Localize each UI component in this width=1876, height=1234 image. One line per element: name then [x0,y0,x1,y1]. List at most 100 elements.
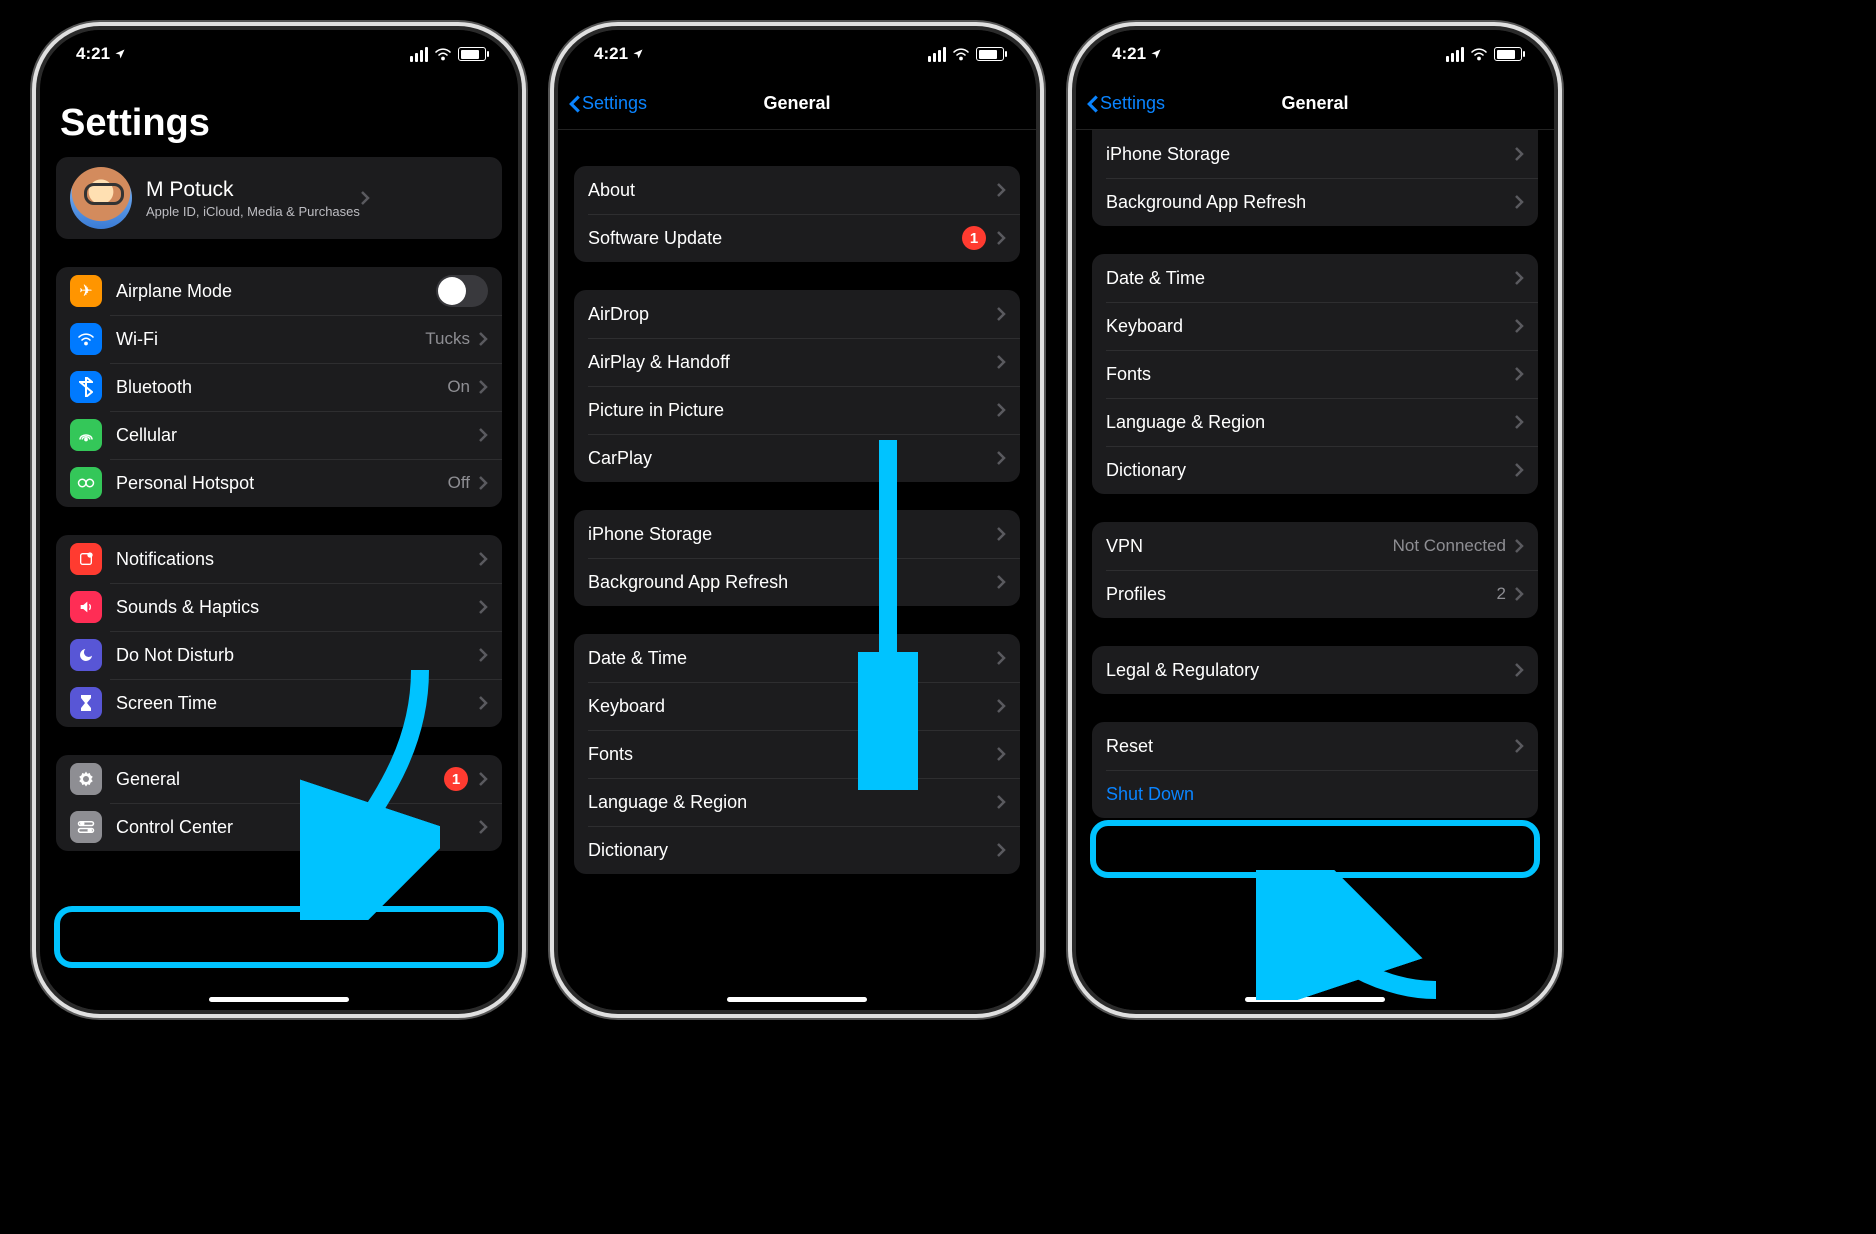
chevron-right-icon [478,819,488,835]
wifi-detail: Tucks [425,329,470,349]
battery-icon [976,47,1004,61]
battery-icon [1494,47,1522,61]
row-keyboard[interactable]: Keyboard [574,682,1020,730]
row-profiles[interactable]: Profiles2 [1092,570,1538,618]
notifications-icon [70,543,102,575]
chevron-right-icon [1514,462,1524,478]
gear-icon [70,763,102,795]
cell-signal-icon [410,47,428,62]
chevron-right-icon [1514,586,1524,602]
chevron-right-icon [1514,662,1524,678]
chevron-right-icon [478,331,488,347]
location-arrow-icon [1150,48,1162,60]
wifi-icon [434,47,452,61]
chevron-right-icon [1514,146,1524,162]
battery-icon [458,47,486,61]
chevron-right-icon [1514,738,1524,754]
row-airplane-mode[interactable]: ✈︎ Airplane Mode [56,267,502,315]
row-shut-down[interactable]: Shut Down [1092,770,1538,818]
notch [692,30,902,64]
profile-sub: Apple ID, iCloud, Media & Purchases [146,204,360,219]
chevron-right-icon [996,402,1006,418]
chevron-right-icon [478,427,488,443]
general-badge: 1 [444,767,468,791]
location-arrow-icon [114,48,126,60]
row-vpn[interactable]: VPNNot Connected [1092,522,1538,570]
nav-bar: Settings General [558,78,1036,130]
row-dictionary[interactable]: Dictionary [1092,446,1538,494]
chevron-right-icon [1514,366,1524,382]
row-software-update[interactable]: Software Update1 [574,214,1020,262]
chevron-right-icon [478,379,488,395]
profile-row[interactable]: M Potuck Apple ID, iCloud, Media & Purch… [56,157,502,239]
nav-title: General [1281,93,1348,114]
update-badge: 1 [962,226,986,250]
row-pip[interactable]: Picture in Picture [574,386,1020,434]
chevron-right-icon [996,842,1006,858]
row-cellular[interactable]: Cellular [56,411,502,459]
back-button[interactable]: Settings [1086,93,1165,114]
arrow-annotation [858,430,918,790]
back-button[interactable]: Settings [568,93,647,114]
row-bg-refresh[interactable]: Background App Refresh [574,558,1020,606]
chevron-right-icon [1514,538,1524,554]
row-carplay[interactable]: CarPlay [574,434,1020,482]
row-bluetooth[interactable]: Bluetooth On [56,363,502,411]
row-date-time[interactable]: Date & Time [1092,254,1538,302]
row-hotspot[interactable]: Personal Hotspot Off [56,459,502,507]
location-arrow-icon [632,48,644,60]
chevron-right-icon [1514,414,1524,430]
row-iphone-storage[interactable]: iPhone Storage [574,510,1020,558]
profile-name: M Potuck [146,178,360,202]
airplane-icon: ✈︎ [70,275,102,307]
status-time: 4:21 [76,44,110,64]
chevron-right-icon [478,475,488,491]
row-sounds[interactable]: Sounds & Haptics [56,583,502,631]
cell-signal-icon [1446,47,1464,62]
home-indicator[interactable] [209,997,349,1002]
row-wifi[interactable]: Wi-Fi Tucks [56,315,502,363]
arrow-annotation [300,660,440,920]
chevron-right-icon [478,771,488,787]
chevron-right-icon [996,450,1006,466]
chevron-right-icon [996,230,1006,246]
airplane-toggle[interactable] [436,275,488,307]
chevron-right-icon [996,746,1006,762]
row-reset[interactable]: Reset [1092,722,1538,770]
chevron-right-icon [478,551,488,567]
phone-settings-root: 4:21 Settings M Potuck Apple ID, iCloud,… [40,30,518,1010]
row-legal[interactable]: Legal & Regulatory [1092,646,1538,694]
cellular-icon [70,419,102,451]
row-fonts[interactable]: Fonts [574,730,1020,778]
bt-detail: On [447,377,470,397]
row-date-time[interactable]: Date & Time [574,634,1020,682]
row-keyboard[interactable]: Keyboard [1092,302,1538,350]
chevron-right-icon [996,306,1006,322]
row-bg-refresh[interactable]: Background App Refresh [1092,178,1538,226]
row-notifications[interactable]: Notifications [56,535,502,583]
row-airplay[interactable]: AirPlay & Handoff [574,338,1020,386]
bluetooth-icon [70,371,102,403]
notch [174,30,384,64]
chevron-right-icon [478,647,488,663]
row-iphone-storage[interactable]: iPhone Storage [1092,130,1538,178]
row-fonts[interactable]: Fonts [1092,350,1538,398]
page-title: Settings [40,78,518,157]
chevron-right-icon [478,599,488,615]
home-indicator[interactable] [727,997,867,1002]
row-language[interactable]: Language & Region [574,778,1020,826]
chevron-right-icon [996,354,1006,370]
chevron-right-icon [996,182,1006,198]
row-dictionary[interactable]: Dictionary [574,826,1020,874]
speaker-icon [70,591,102,623]
chevron-right-icon [996,526,1006,542]
chevron-right-icon [1514,194,1524,210]
row-airdrop[interactable]: AirDrop [574,290,1020,338]
row-about[interactable]: About [574,166,1020,214]
row-language[interactable]: Language & Region [1092,398,1538,446]
wifi-icon [1470,47,1488,61]
chevron-right-icon [1514,318,1524,334]
nav-title: General [763,93,830,114]
chevron-right-icon [996,698,1006,714]
chevron-left-icon [568,94,582,114]
